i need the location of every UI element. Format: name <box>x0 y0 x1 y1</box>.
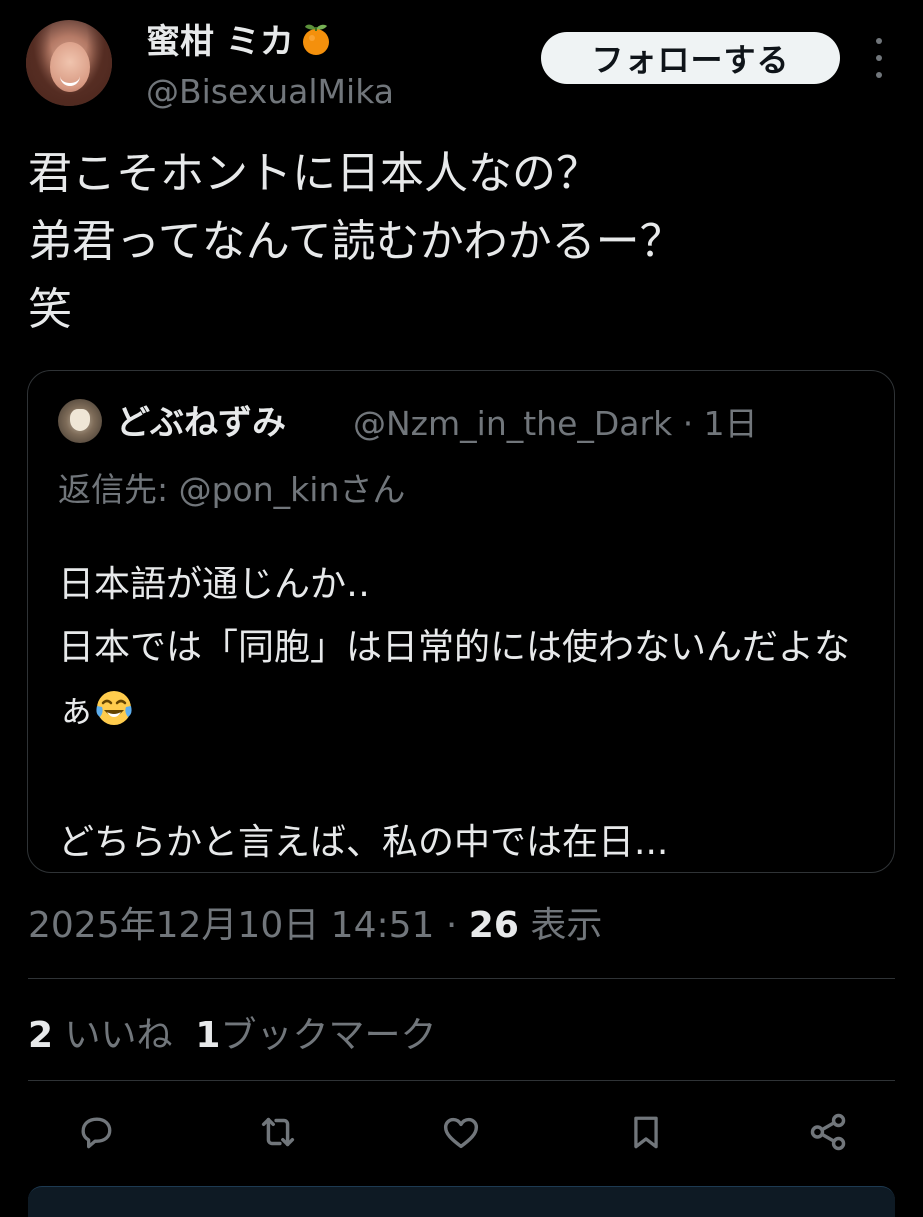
author-avatar[interactable] <box>26 20 112 106</box>
bookmark-icon[interactable] <box>618 1104 674 1160</box>
more-options-icon[interactable] <box>867 38 891 78</box>
quoted-tweet-text: 日本語が通じんか‥ 日本では「同胞」は日常的には使わないんだよなぁ どちらかと言… <box>58 553 868 874</box>
reply-composer-edge <box>28 1186 895 1217</box>
likes-stat[interactable]: 2 いいね <box>28 1015 173 1056</box>
more-dot <box>876 55 882 61</box>
views-count: 26 <box>468 905 519 946</box>
follow-button[interactable]: フォローする <box>541 32 840 84</box>
bookmarks-label: ブックマーク <box>220 1015 437 1056</box>
tweet-stats: 2 いいね 1ブックマーク <box>28 1006 436 1058</box>
share-icon[interactable] <box>800 1104 856 1160</box>
tweet-text: 君こそホントに日本人なの？ 弟君ってなんて読むかわかるー？ 笑 <box>28 148 684 335</box>
reply-icon[interactable] <box>68 1104 124 1160</box>
author-display-name[interactable]: 蜜柑 ミカ <box>146 14 334 66</box>
quoted-text-after-emoji: どちらかと言えば、私の中では在日... <box>58 822 669 863</box>
like-icon[interactable] <box>433 1104 489 1160</box>
quoted-text-before-emoji: 日本語が通じんか‥ 日本では「同胞」は日常的には使わないんだよなぁ <box>58 564 851 731</box>
quoted-author-display-name: どぶねずみ <box>116 403 286 443</box>
quoted-reply-to: 返信先: @pon_kinさん <box>58 470 406 509</box>
repost-icon[interactable] <box>250 1104 306 1160</box>
tweet-meta: 2025年12月10日 14:51 · 26 表示 <box>28 896 602 948</box>
quoted-author-avatar <box>58 399 102 443</box>
tweet-timestamp[interactable]: 2025年12月10日 14:51 <box>28 905 434 946</box>
likes-label: いいね <box>53 1015 173 1056</box>
author-display-name-text: 蜜柑 ミカ <box>146 22 294 62</box>
bookmarks-count: 1 <box>195 1015 221 1056</box>
divider <box>28 1080 895 1081</box>
more-dot <box>876 72 882 78</box>
tangerine-icon <box>298 21 334 66</box>
views-label: 表示 <box>518 905 603 946</box>
likes-count: 2 <box>28 1015 54 1056</box>
tweet-header: 蜜柑 ミカ @BisexualMika フォローする <box>0 0 923 130</box>
quoted-author-handle-and-time: @Nzm_in_the_Dark · 1日 <box>353 404 758 443</box>
divider <box>28 978 895 979</box>
more-dot <box>876 38 882 44</box>
quoted-avatar-figure <box>70 409 90 431</box>
meta-separator: · <box>434 905 469 946</box>
action-bar <box>0 1104 923 1164</box>
face-with-tears-of-joy-icon <box>94 685 134 748</box>
quoted-tweet-card[interactable]: どぶねずみ @Nzm_in_the_Dark · 1日 返信先: @pon_ki… <box>27 370 895 873</box>
author-handle[interactable]: @BisexualMika <box>146 72 394 111</box>
bookmarks-stat[interactable]: 1ブックマーク <box>195 1015 436 1056</box>
